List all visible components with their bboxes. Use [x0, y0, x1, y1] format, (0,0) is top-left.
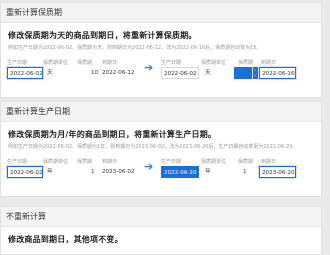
label-production-date: 生产日期 [161, 159, 182, 165]
example-after: 生产日期 保质期单位 保质期 到期日 2022-06-20 年 1 2023-0… [161, 158, 321, 180]
unit-field[interactable]: 天 [45, 67, 75, 79]
section-title: 修改保质期为月/年的商品到期日，将重新计算生产日期。 [8, 130, 217, 139]
label-shelf-life: 保质期 [77, 159, 93, 165]
arrow-right-icon: ➔ [144, 61, 154, 74]
section-header: 重新计算保质期 [1, 3, 321, 23]
section-header: 不重新计算 [1, 207, 321, 227]
unit-field[interactable]: 年 [45, 166, 75, 178]
section-recalc-production-date: 重新计算生产日期 修改保质期为月/年的商品到期日，将重新计算生产日期。 例如生产… [0, 101, 322, 197]
label-production-date: 生产日期 [7, 159, 28, 165]
label-shelf-life: 保质期 [238, 159, 254, 165]
production-date-field[interactable]: 2022-06-02 [7, 67, 43, 79]
label-unit: 保质期单位 [43, 60, 69, 66]
label-expiry: 到期日 [261, 159, 277, 165]
shelf-life-field[interactable]: 10 [89, 67, 99, 79]
example-before: 生产日期 保质期单位 保质期 到期日 2022-06-02 天 10 2022-… [7, 59, 137, 81]
expiry-field[interactable]: 2023-06-02 [100, 166, 137, 178]
label-expiry: 到期日 [102, 159, 118, 165]
unit-field[interactable]: 年 [203, 166, 231, 178]
section-header: 重新计算生产日期 [1, 102, 321, 122]
section-recalc-shelf-life: 重新计算保质期 修改保质期为天的商品到期日，将重新计算保质期。 例如生产日期为2… [0, 2, 322, 98]
production-date-field[interactable]: 2022-06-20 [161, 166, 199, 178]
section-note: 例如生产日期为2022-06-02，保质期为天，则到期日为2022-06-12，… [8, 45, 262, 51]
page: 重新计算保质期 修改保质期为天的商品到期日，将重新计算保质期。 例如生产日期为2… [0, 0, 330, 255]
example-after: 生产日期 保质期单位 保质期 到期日 2022-06-02 天 2022-06-… [161, 59, 321, 81]
expiry-field[interactable]: 2022-06-12 [100, 67, 137, 79]
expiry-field[interactable]: 2022-06-16 [259, 67, 296, 79]
example-before: 生产日期 保质期单位 保质期 到期日 2022-06-02 年 1 2023-0… [7, 158, 137, 180]
label-shelf-life: 保质期 [238, 60, 254, 66]
shelf-life-field[interactable]: 1 [241, 166, 253, 178]
label-expiry: 到期日 [261, 60, 277, 66]
production-date-field[interactable]: 2022-06-02 [7, 166, 43, 178]
label-unit: 保质期单位 [201, 60, 227, 66]
section-note: 例如生产日期为2022-06-02，保质期为1年，则到期日为2023-06-02… [8, 144, 298, 150]
label-production-date: 生产日期 [7, 60, 28, 66]
section-title: 修改保质期为天的商品到期日，将重新计算保质期。 [8, 31, 197, 40]
unit-field[interactable]: 天 [203, 67, 231, 79]
label-shelf-life: 保质期 [77, 60, 93, 66]
arrow-right-icon: ➔ [144, 160, 154, 173]
label-production-date: 生产日期 [161, 60, 182, 66]
label-unit: 保质期单位 [43, 159, 69, 165]
section-no-recalc: 不重新计算 修改商品到期日，其他项不变。 [0, 206, 322, 255]
expiry-field[interactable]: 2023-06-20 [259, 166, 296, 178]
production-date-field[interactable]: 2022-06-02 [161, 67, 199, 79]
section-title: 修改商品到期日，其他项不变。 [8, 235, 123, 244]
shelf-life-field[interactable]: 1 [89, 166, 99, 178]
label-unit: 保质期单位 [201, 159, 227, 165]
stepper-icon[interactable] [252, 67, 257, 79]
label-expiry: 到期日 [102, 60, 118, 66]
